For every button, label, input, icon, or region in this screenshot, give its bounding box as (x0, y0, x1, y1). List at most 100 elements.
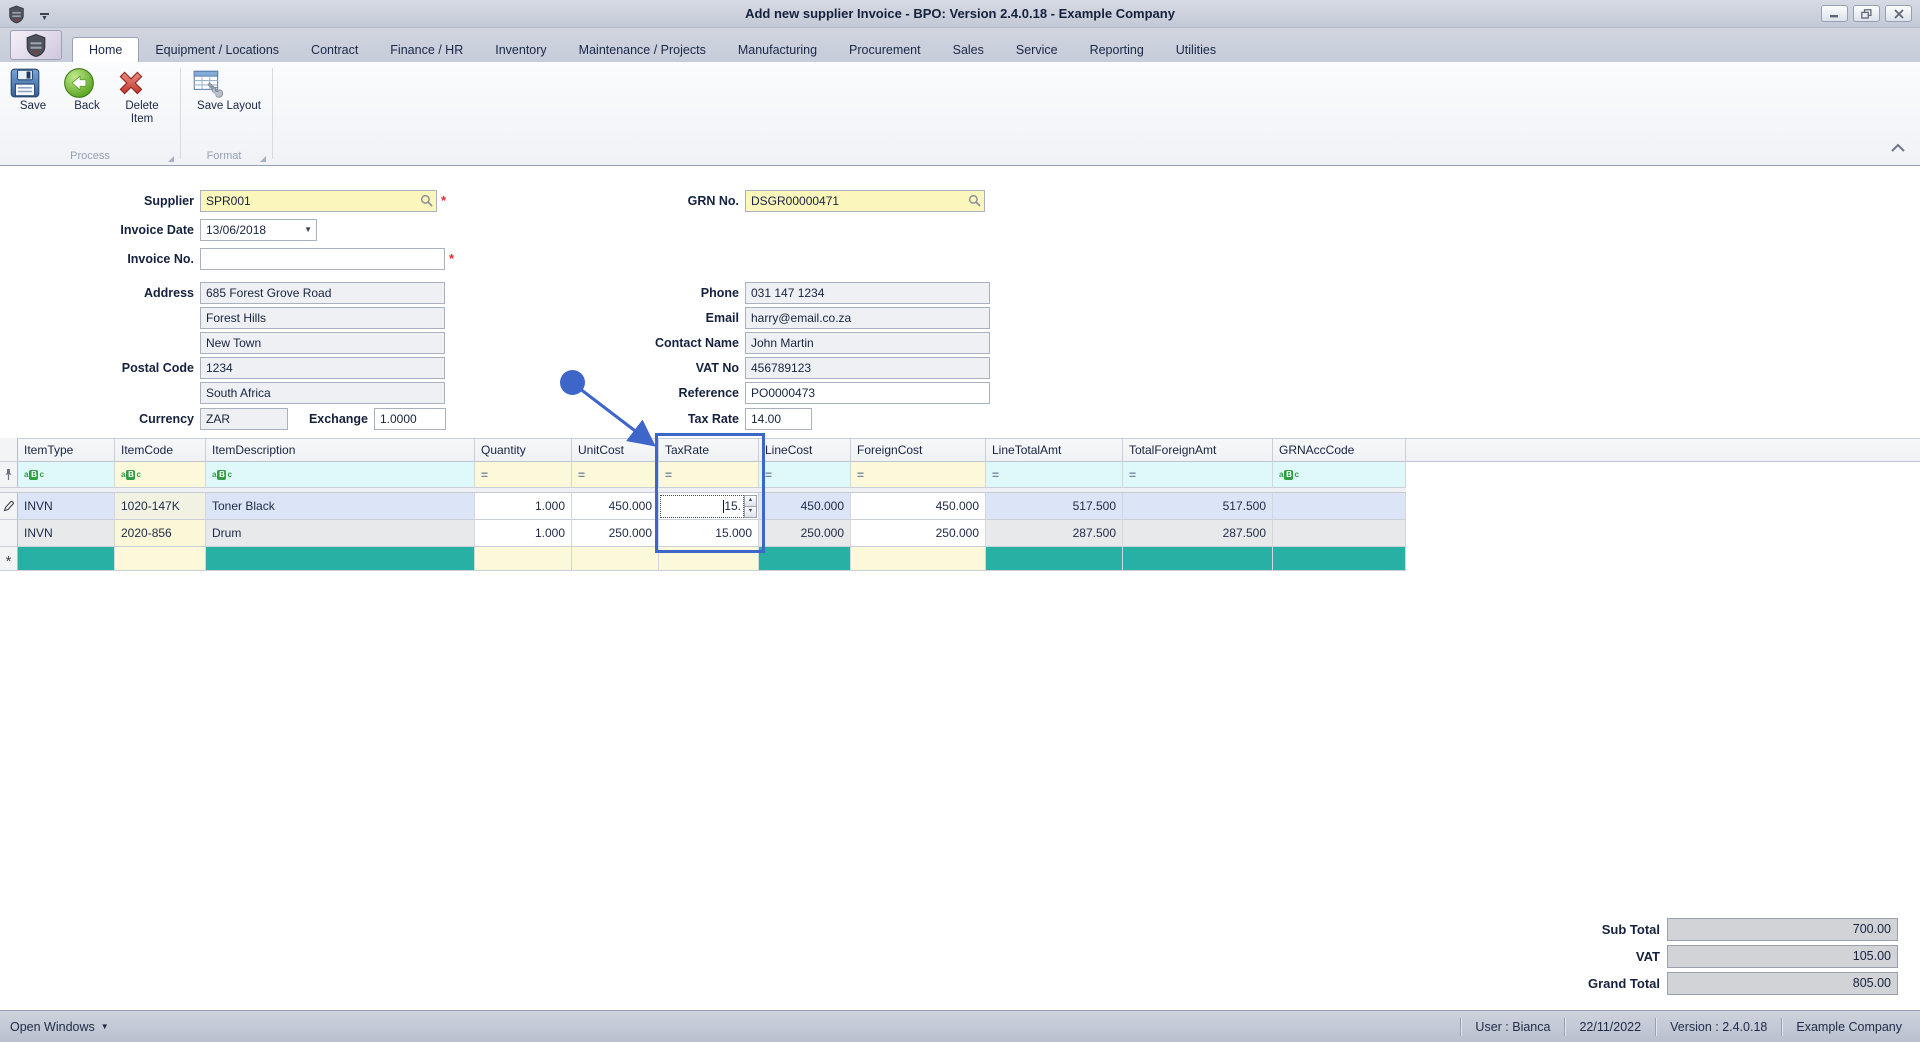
new-row-cell-linecost[interactable] (759, 547, 851, 571)
save-layout-button[interactable]: Save Layout (190, 66, 268, 113)
restore-button[interactable] (1853, 5, 1880, 22)
contact_name-field (745, 332, 990, 354)
invoice_date-field-wrap: ▼ (200, 219, 317, 241)
cell-linecost[interactable]: 450.000 (759, 493, 851, 520)
new-row-cell-totalforeignamt[interactable] (1123, 547, 1273, 571)
grn_no-field-wrap (745, 190, 985, 212)
filter-cell-quantity[interactable]: = (475, 462, 572, 488)
new-row-cell-quantity[interactable] (475, 547, 572, 571)
tab-reporting[interactable]: Reporting (1074, 37, 1160, 62)
cell-quantity[interactable]: 1.000 (475, 493, 572, 520)
filter-cell-foreigncost[interactable]: = (851, 462, 986, 488)
new-row-cell-foreigncost[interactable] (851, 547, 986, 571)
grn_no-field[interactable] (745, 190, 985, 212)
filter-cell-grnacccode[interactable]: aBc (1273, 462, 1406, 488)
application-menu-button[interactable] (10, 30, 62, 60)
sub-total-label: Sub Total (1601, 922, 1660, 937)
equals-filter-icon: = (1129, 467, 1137, 482)
save-icon (8, 66, 58, 100)
group-corner-glyph[interactable] (260, 156, 266, 162)
close-button[interactable] (1885, 5, 1912, 22)
window-title: Add new supplier Invoice - BPO: Version … (745, 6, 1175, 21)
column-header-grnacccode[interactable]: GRNAccCode (1273, 438, 1406, 462)
new-row-cell-unitcost[interactable] (572, 547, 659, 571)
invoice_no-field[interactable] (200, 248, 445, 270)
cell-itemcode[interactable]: 1020-147K (115, 493, 206, 520)
column-header-itemdescription[interactable]: ItemDescription (206, 438, 475, 462)
back-label: Back (74, 100, 100, 112)
status-user: User : Bianca (1475, 1019, 1551, 1034)
tab-sales[interactable]: Sales (937, 37, 1000, 62)
tax_rate-field-wrap (745, 408, 812, 430)
column-header-linetotalamt[interactable]: LineTotalAmt (986, 438, 1123, 462)
back-button[interactable]: Back (62, 66, 112, 113)
tab-inventory[interactable]: Inventory (479, 37, 562, 62)
new-row-cell-itemdescription[interactable] (206, 547, 475, 571)
cell-foreigncost[interactable]: 450.000 (851, 493, 986, 520)
cell-linetotalamt[interactable]: 517.500 (986, 493, 1123, 520)
reference-label: Reference (678, 386, 739, 400)
column-header-itemcode[interactable]: ItemCode (115, 438, 206, 462)
reference-field[interactable] (745, 382, 990, 404)
filter-cell-itemdescription[interactable]: aBc (206, 462, 475, 488)
cell-linetotalamt[interactable]: 287.500 (986, 520, 1123, 547)
column-header-totalforeignamt[interactable]: TotalForeignAmt (1123, 438, 1273, 462)
column-header-unitcost[interactable]: UnitCost (572, 438, 659, 462)
ribbon-group-separator (180, 68, 181, 159)
postal_code-label: Postal Code (121, 361, 194, 375)
cell-grnacccode[interactable] (1273, 493, 1406, 520)
cell-unitcost[interactable]: 450.000 (572, 493, 659, 520)
filter-cell-unitcost[interactable]: = (572, 462, 659, 488)
collapse-ribbon-icon[interactable] (1890, 139, 1906, 157)
delete-item-button[interactable]: Delete Item (114, 66, 170, 126)
invoice_date-field[interactable] (200, 219, 317, 241)
cell-unitcost[interactable]: 250.000 (572, 520, 659, 547)
new-row-cell-itemtype[interactable] (18, 547, 115, 571)
column-header-linecost[interactable]: LineCost (759, 438, 851, 462)
grn_no-label: GRN No. (687, 194, 739, 208)
tab-home[interactable]: Home (72, 37, 140, 62)
email-label: Email (705, 311, 739, 325)
cell-linecost[interactable]: 250.000 (759, 520, 851, 547)
filter-cell-itemcode[interactable]: aBc (115, 462, 206, 488)
save-button[interactable]: Save (8, 66, 58, 113)
filter-cell-linecost[interactable]: = (759, 462, 851, 488)
column-header-itemtype[interactable]: ItemType (18, 438, 115, 462)
group-corner-glyph[interactable] (168, 156, 174, 162)
exchange-field[interactable] (374, 408, 446, 430)
grid-data-row: INVN 2020-856 Drum 1.000 250.000 15.000 250.00… (0, 520, 1920, 547)
open-windows-menu[interactable]: Open Windows ▼ (10, 1020, 109, 1034)
exchange-field-wrap (374, 408, 446, 430)
minimize-button[interactable] (1821, 5, 1848, 22)
column-header-foreigncost[interactable]: ForeignCost (851, 438, 986, 462)
new-row-cell-grnacccode[interactable] (1273, 547, 1406, 571)
column-header-quantity[interactable]: Quantity (475, 438, 572, 462)
cell-grnacccode[interactable] (1273, 520, 1406, 547)
cell-itemtype[interactable]: INVN (18, 520, 115, 547)
tab-manufacturing[interactable]: Manufacturing (722, 37, 833, 62)
tab-maintenance-projects[interactable]: Maintenance / Projects (563, 37, 722, 62)
filter-cell-totalforeignamt[interactable]: = (1123, 462, 1273, 488)
tab-utilities[interactable]: Utilities (1160, 37, 1232, 62)
tab-procurement[interactable]: Procurement (833, 37, 937, 62)
new-row-cell-itemcode[interactable] (115, 547, 206, 571)
filter-cell-itemtype[interactable]: aBc (18, 462, 115, 488)
cell-totalforeignamt[interactable]: 287.500 (1123, 520, 1273, 547)
filter-cell-linetotalamt[interactable]: = (986, 462, 1123, 488)
cell-foreigncost[interactable]: 250.000 (851, 520, 986, 547)
cell-itemcode[interactable]: 2020-856 (115, 520, 206, 547)
country-field-wrap (200, 382, 445, 404)
save-layout-icon (190, 66, 268, 100)
tab-service[interactable]: Service (1000, 37, 1074, 62)
supplier-field[interactable] (200, 190, 437, 212)
cell-totalforeignamt[interactable]: 517.500 (1123, 493, 1273, 520)
tax_rate-field[interactable] (745, 408, 812, 430)
cell-quantity[interactable]: 1.000 (475, 520, 572, 547)
cell-itemtype[interactable]: INVN (18, 493, 115, 520)
cell-itemdescription[interactable]: Toner Black (206, 493, 475, 520)
new-row-cell-linetotalamt[interactable] (986, 547, 1123, 571)
tab-contract[interactable]: Contract (295, 37, 374, 62)
tab-finance-hr[interactable]: Finance / HR (374, 37, 479, 62)
cell-itemdescription[interactable]: Drum (206, 520, 475, 547)
tab-equipment-locations[interactable]: Equipment / Locations (139, 37, 295, 62)
